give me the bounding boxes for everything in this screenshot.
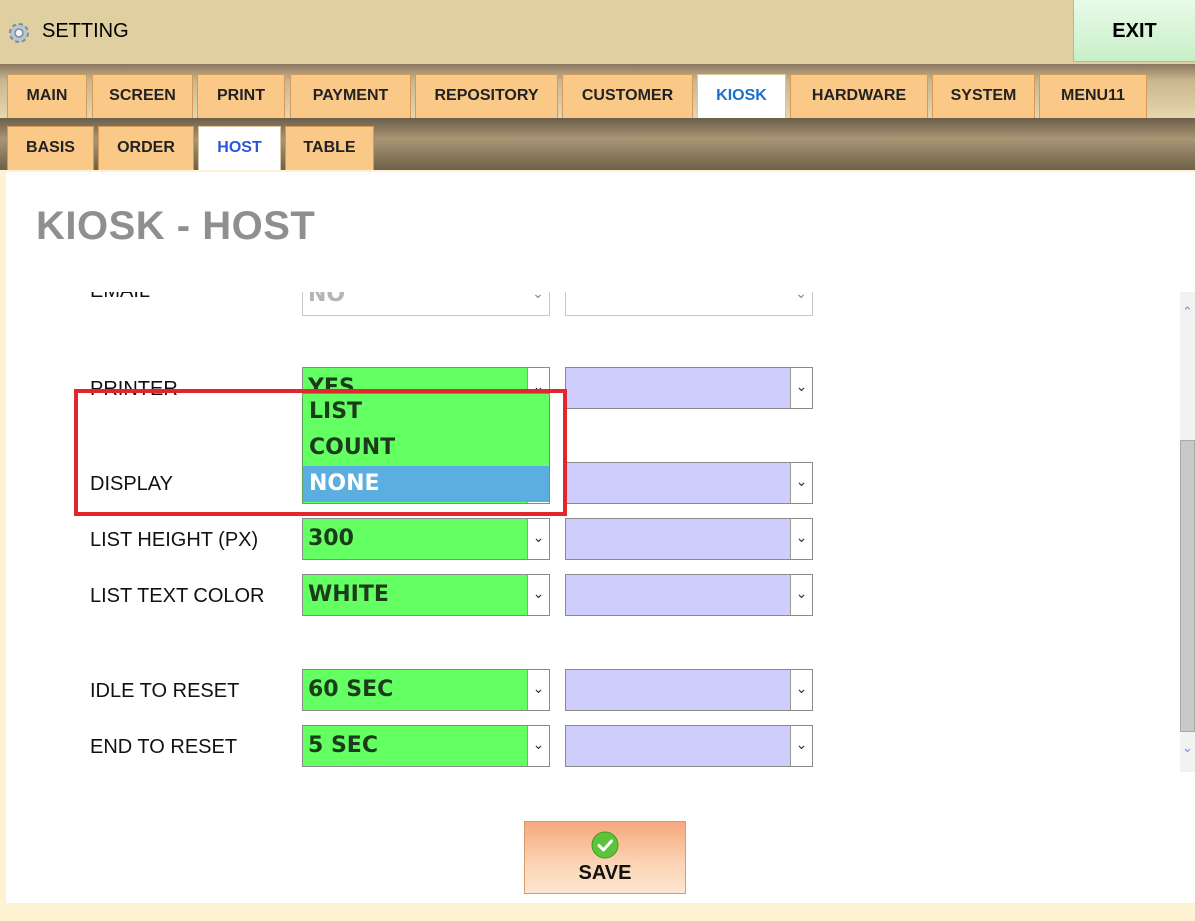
chevron-down-icon: ⌄ bbox=[527, 726, 549, 766]
list-height-secondary-select[interactable]: ⌄ bbox=[565, 518, 813, 560]
chevron-down-icon: ⌄ bbox=[790, 575, 812, 615]
idle-to-reset-value: 60 SEC bbox=[308, 677, 394, 702]
tab-customer[interactable]: CUSTOMER bbox=[562, 74, 693, 118]
list-height-value: 300 bbox=[308, 526, 354, 551]
email-label: EMAIL bbox=[90, 292, 150, 303]
chevron-down-icon: ⌄ bbox=[790, 292, 812, 315]
settings-form: EMAIL NO ⌄ ⌄ PRINTER YES ⌄ ⌄ DISPLAY ⌄ ⌄… bbox=[0, 292, 1180, 812]
scroll-down-icon[interactable]: ⌄ bbox=[1180, 738, 1195, 758]
highlight-annotation bbox=[74, 389, 567, 516]
tab-print[interactable]: PRINT bbox=[197, 74, 285, 118]
end-to-reset-value: 5 SEC bbox=[308, 733, 378, 758]
chevron-down-icon: ⌄ bbox=[790, 463, 812, 503]
chevron-down-icon: ⌄ bbox=[527, 670, 549, 710]
list-text-color-label: LIST TEXT COLOR bbox=[90, 585, 265, 607]
chevron-down-icon: ⌄ bbox=[527, 575, 549, 615]
tab-system[interactable]: SYSTEM bbox=[932, 74, 1035, 118]
end-to-reset-secondary-select[interactable]: ⌄ bbox=[565, 725, 813, 767]
subtab-table[interactable]: TABLE bbox=[285, 126, 374, 170]
check-circle-icon bbox=[591, 831, 619, 859]
idle-to-reset-secondary-select[interactable]: ⌄ bbox=[565, 669, 813, 711]
tab-payment[interactable]: PAYMENT bbox=[290, 74, 411, 118]
form-scrollbar[interactable]: ⌃ ⌄ bbox=[1180, 292, 1195, 772]
list-text-color-value: WHITE bbox=[308, 582, 389, 607]
subtab-basis[interactable]: BASIS bbox=[7, 126, 94, 170]
end-to-reset-select[interactable]: 5 SEC ⌄ bbox=[302, 725, 550, 767]
chevron-down-icon: ⌄ bbox=[790, 670, 812, 710]
list-height-select[interactable]: 300 ⌄ bbox=[302, 518, 550, 560]
list-height-label: LIST HEIGHT (PX) bbox=[90, 529, 259, 551]
printer-secondary-select[interactable]: ⌄ bbox=[565, 367, 813, 409]
sub-tab-bar: BASIS ORDER HOST TABLE bbox=[0, 118, 1195, 170]
tab-screen[interactable]: SCREEN bbox=[92, 74, 193, 118]
list-text-color-select[interactable]: WHITE ⌄ bbox=[302, 574, 550, 616]
save-button[interactable]: SAVE bbox=[524, 821, 686, 894]
email-secondary-select[interactable]: ⌄ bbox=[565, 292, 813, 316]
chevron-down-icon: ⌄ bbox=[527, 292, 549, 315]
tab-main[interactable]: MAIN bbox=[7, 74, 87, 118]
gear-icon bbox=[9, 23, 29, 43]
page-title: KIOSK - HOST bbox=[36, 204, 316, 248]
tab-menu11[interactable]: MENU11 bbox=[1039, 74, 1147, 118]
chevron-down-icon: ⌄ bbox=[527, 519, 549, 559]
main-tab-bar: MAIN SCREEN PRINT PAYMENT REPOSITORY CUS… bbox=[0, 64, 1195, 118]
idle-to-reset-select[interactable]: 60 SEC ⌄ bbox=[302, 669, 550, 711]
email-value: NO bbox=[308, 292, 346, 307]
chevron-down-icon: ⌄ bbox=[790, 368, 812, 408]
title-bar: SETTING EXIT bbox=[0, 0, 1195, 64]
tab-repository[interactable]: REPOSITORY bbox=[415, 74, 558, 118]
tab-hardware[interactable]: HARDWARE bbox=[790, 74, 928, 118]
chevron-down-icon: ⌄ bbox=[790, 726, 812, 766]
idle-to-reset-label: IDLE TO RESET bbox=[90, 680, 240, 702]
scroll-thumb[interactable] bbox=[1180, 440, 1195, 732]
subtab-host[interactable]: HOST bbox=[198, 126, 281, 170]
scroll-up-icon[interactable]: ⌃ bbox=[1180, 302, 1195, 322]
chevron-down-icon: ⌄ bbox=[790, 519, 812, 559]
display-secondary-select[interactable]: ⌄ bbox=[565, 462, 813, 504]
save-label: SAVE bbox=[578, 862, 632, 884]
exit-button[interactable]: EXIT bbox=[1073, 0, 1195, 62]
end-to-reset-label: END TO RESET bbox=[90, 736, 238, 758]
list-text-color-secondary-select[interactable]: ⌄ bbox=[565, 574, 813, 616]
email-select[interactable]: NO ⌄ bbox=[302, 292, 550, 316]
window-title: SETTING bbox=[42, 20, 129, 42]
subtab-order[interactable]: ORDER bbox=[98, 126, 194, 170]
tab-kiosk[interactable]: KIOSK bbox=[697, 74, 786, 118]
